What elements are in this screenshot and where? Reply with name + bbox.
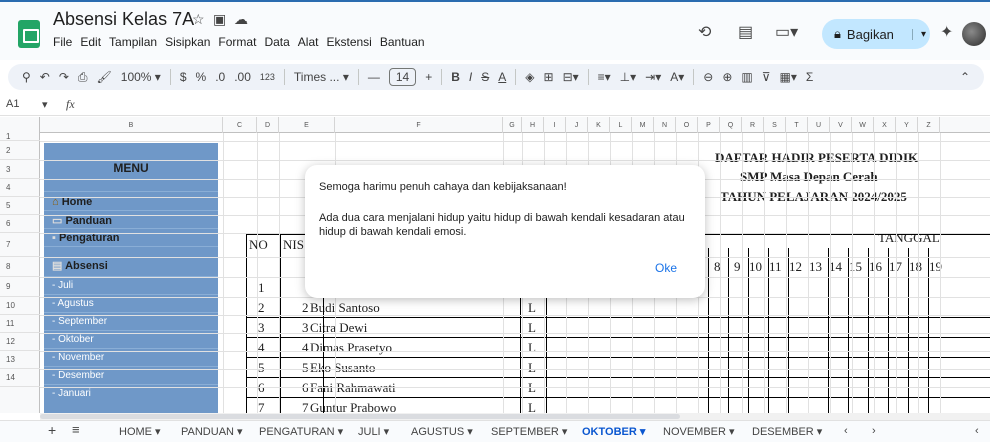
all-sheets-icon[interactable]: ≡ — [72, 422, 80, 437]
functions-button[interactable]: Σ — [806, 70, 813, 84]
tab-september[interactable]: SEPTEMBER ▾ — [491, 425, 567, 438]
sheet-tab-bar: + ≡ HOME ▾ PANDUAN ▾ PENGATURAN ▾ JULI ▾… — [0, 420, 990, 442]
menu-data[interactable]: Data — [264, 35, 289, 49]
menu-file[interactable]: File — [53, 35, 72, 49]
tab-desember[interactable]: DESEMBER ▾ — [752, 425, 822, 438]
history-icon[interactable]: ⟲ — [698, 22, 711, 42]
add-sheet-icon[interactable]: + — [48, 422, 56, 438]
move-folder-icon[interactable]: ▣ — [213, 11, 226, 28]
increase-decimal-button[interactable]: .00 — [234, 70, 251, 84]
font-size-increase-button[interactable]: + — [425, 70, 432, 84]
name-box[interactable]: A1 — [6, 98, 19, 110]
chevron-down-icon[interactable]: ▾ — [911, 28, 926, 40]
zoom-select[interactable]: 100% ▾ — [121, 70, 161, 84]
share-button[interactable]: 🔒︎ Bagikan ▾ — [822, 19, 930, 49]
filter-views-icon[interactable]: ▦▾ — [780, 70, 797, 84]
menu-extensions[interactable]: Ekstensi — [326, 35, 371, 49]
bold-button[interactable]: B — [451, 70, 460, 84]
scrollbar-thumb[interactable] — [40, 414, 680, 419]
title-bar: Absensi Kelas 7A ☆ ▣ ☁ File Edit Tampila… — [0, 0, 990, 60]
percent-button[interactable]: % — [196, 70, 207, 84]
avatar[interactable] — [962, 22, 986, 46]
meet-icon[interactable]: ▭▾ — [775, 22, 798, 42]
font-select[interactable]: Times ... ▾ — [294, 70, 349, 84]
collapse-toolbar-icon[interactable]: ⌃ — [960, 70, 970, 84]
sheets-logo-icon[interactable] — [18, 20, 40, 48]
menu-help[interactable]: Bantuan — [380, 35, 425, 49]
comments-icon[interactable]: ▤ — [738, 22, 753, 42]
menu-view[interactable]: Tampilan — [109, 35, 157, 49]
divider — [169, 69, 171, 85]
toolbar: ⚲ ↶ ↷ ⎙ 🖌︎ 100% ▾ $ % .0 .00 123 Times .… — [8, 64, 984, 90]
horizontal-scrollbar[interactable] — [40, 413, 990, 420]
menu-insert[interactable]: Sisipkan — [165, 35, 210, 49]
explore-chevron-icon[interactable]: ‹ — [975, 425, 979, 437]
paint-format-icon[interactable]: 🖌︎ — [97, 70, 112, 84]
chart-icon[interactable]: ▥ — [741, 70, 752, 84]
comment-icon[interactable]: ⊕ — [722, 70, 732, 84]
tab-agustus[interactable]: AGUSTUS ▾ — [411, 425, 473, 438]
link-icon[interactable]: ⊖ — [703, 70, 713, 84]
menu-edit[interactable]: Edit — [80, 35, 101, 49]
tab-panduan[interactable]: PANDUAN ▾ — [181, 425, 243, 438]
print-icon[interactable]: ⎙ — [78, 70, 88, 85]
font-size-decrease-button[interactable]: — — [368, 70, 380, 84]
scroll-tabs-left-icon[interactable]: ‹ — [844, 425, 848, 437]
menu-bar: File Edit Tampilan Sisipkan Format Data … — [53, 35, 425, 49]
ok-button[interactable]: Oke — [655, 261, 677, 275]
scroll-tabs-right-icon[interactable]: › — [872, 425, 876, 437]
divider — [515, 69, 517, 85]
share-label: Bagikan — [846, 26, 894, 42]
font-size-input[interactable]: 14 — [388, 68, 417, 86]
star-icon[interactable]: ☆ — [192, 11, 205, 28]
tab-oktober[interactable]: OKTOBER ▾ — [582, 425, 645, 438]
borders-icon[interactable]: ⊞ — [544, 70, 554, 84]
undo-icon[interactable]: ↶ — [40, 70, 50, 84]
alert-dialog: Semoga harimu penuh cahaya dan kebijaksa… — [305, 165, 705, 298]
currency-button[interactable]: $ — [180, 70, 187, 84]
tab-home[interactable]: HOME ▾ — [119, 425, 161, 438]
tab-juli[interactable]: JULI ▾ — [358, 425, 389, 438]
italic-button[interactable]: I — [469, 70, 472, 84]
strikethrough-button[interactable]: S — [481, 70, 489, 84]
filter-icon[interactable]: ⊽ — [762, 70, 771, 84]
formula-bar: A1 ▾ fx — [0, 94, 990, 116]
gemini-icon[interactable]: ✦ — [940, 22, 953, 42]
divider — [283, 69, 285, 85]
text-color-button[interactable]: A — [498, 70, 506, 84]
align-horizontal-icon[interactable]: ≡▾ — [598, 70, 611, 84]
decrease-decimal-button[interactable]: .0 — [215, 70, 225, 84]
name-box-dropdown-icon[interactable]: ▾ — [42, 98, 48, 111]
dialog-title: Semoga harimu penuh cahaya dan kebijaksa… — [319, 181, 567, 193]
tab-november[interactable]: NOVEMBER ▾ — [663, 425, 735, 438]
menu-tools[interactable]: Alat — [298, 35, 319, 49]
search-icon[interactable]: ⚲ — [22, 70, 31, 84]
menu-format[interactable]: Format — [218, 35, 256, 49]
divider — [357, 69, 359, 85]
text-rotate-icon[interactable]: A▾ — [670, 70, 684, 84]
divider — [587, 69, 589, 85]
cloud-status-icon[interactable]: ☁ — [234, 11, 248, 28]
text-wrap-icon[interactable]: ⇥▾ — [645, 70, 661, 84]
align-vertical-icon[interactable]: ⊥▾ — [620, 70, 636, 84]
dialog-message: Ada dua cara menjalani hidup yaitu hidup… — [319, 212, 685, 238]
formula-input[interactable] — [90, 96, 970, 112]
redo-icon[interactable]: ↷ — [59, 70, 69, 84]
number-format-button[interactable]: 123 — [260, 72, 275, 82]
lock-icon: 🔒︎ — [834, 26, 841, 41]
merge-cells-icon[interactable]: ⊟▾ — [563, 70, 579, 84]
document-title[interactable]: Absensi Kelas 7A — [53, 9, 194, 30]
fx-icon: fx — [66, 97, 75, 111]
tab-pengaturan[interactable]: PENGATURAN ▾ — [259, 425, 343, 438]
fill-color-icon[interactable]: ◈ — [525, 70, 534, 84]
divider — [693, 69, 695, 85]
divider — [441, 69, 443, 85]
